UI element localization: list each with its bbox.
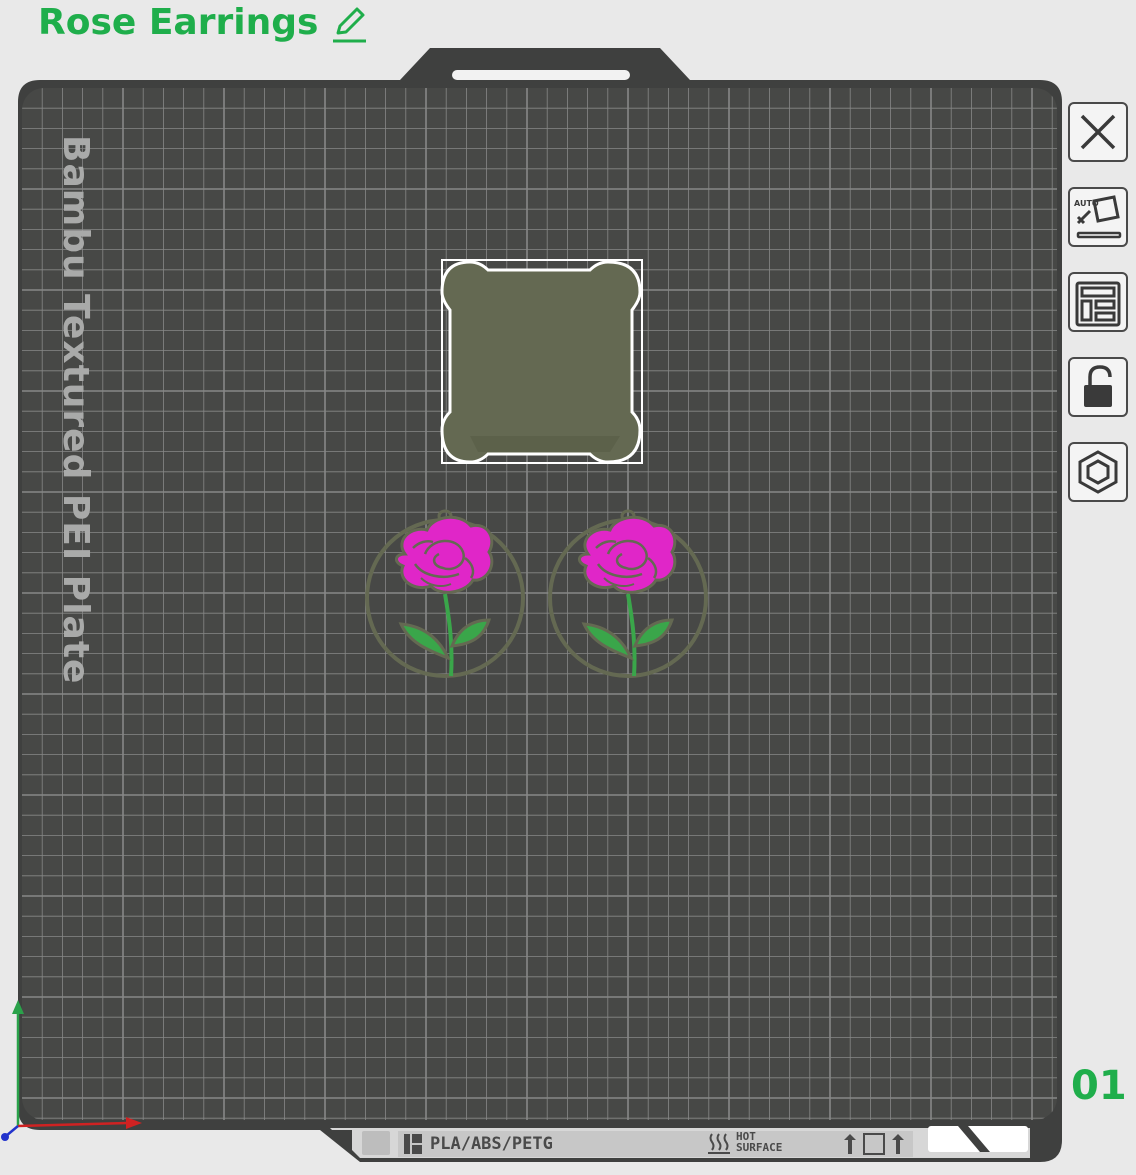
arrange-button[interactable] (1068, 272, 1128, 332)
plate-type-label: Bambu Textured PEI Plate (55, 135, 96, 685)
hex-nut-icon (1078, 450, 1118, 494)
lock-icon (1084, 365, 1112, 407)
close-button[interactable] (1068, 102, 1128, 162)
lock-button[interactable] (1068, 357, 1128, 417)
prime-tower[interactable] (440, 259, 643, 464)
close-icon (1080, 114, 1116, 150)
hot-surface-label: HOT SURFACE (736, 1131, 782, 1153)
filament-compat-label: PLA/ABS/PETG (430, 1134, 553, 1154)
arrange-layout-icon (1075, 281, 1121, 327)
build-plate-view[interactable] (0, 0, 1136, 1175)
plate-handle-slot (452, 70, 630, 80)
auto-orient-button[interactable]: AUTO (1068, 187, 1128, 247)
plate-number: 01 (1071, 1063, 1127, 1109)
plate-settings-button[interactable] (1068, 442, 1128, 502)
auto-orient-icon: AUTO (1074, 195, 1122, 239)
plate-bed (22, 88, 1057, 1120)
hot-surface-line2: SURFACE (736, 1141, 783, 1154)
